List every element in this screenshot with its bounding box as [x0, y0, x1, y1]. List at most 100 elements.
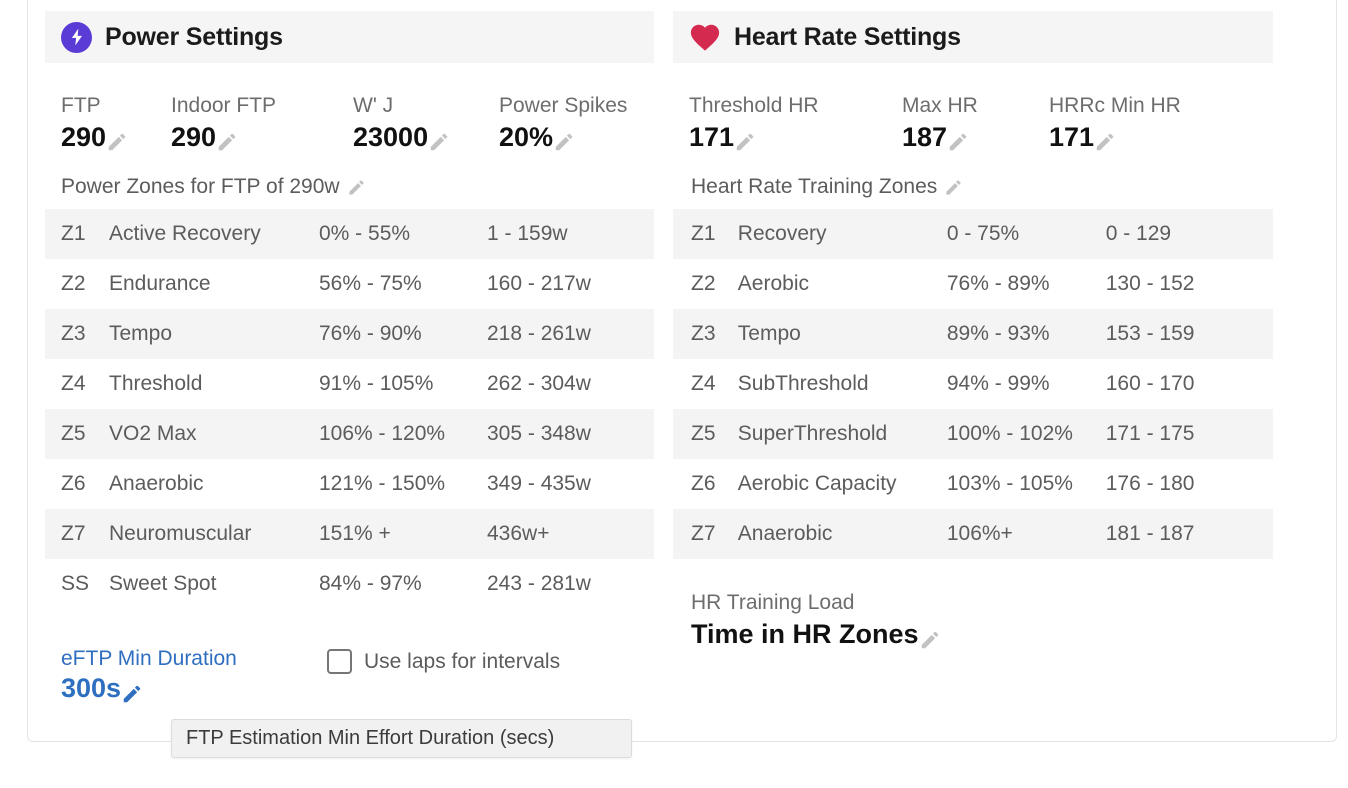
zone-code: Z1 [45, 209, 109, 259]
zone-range: 349 - 435w [487, 459, 654, 509]
zone-code: Z4 [673, 359, 738, 409]
zone-code: Z4 [45, 359, 109, 409]
tooltip-text: FTP Estimation Min Effort Duration (secs… [186, 727, 554, 750]
heart-rate-panel-header: Heart Rate Settings [673, 11, 1273, 63]
zone-range: 160 - 170 [1106, 359, 1273, 409]
zone-code: Z1 [673, 209, 738, 259]
zone-code: Z5 [673, 409, 738, 459]
edit-eftp-pencil-icon[interactable] [121, 683, 143, 705]
zone-name: Sweet Spot [109, 559, 319, 609]
eftp-min-duration-value: 300s [61, 672, 121, 705]
zone-range: 0 - 129 [1106, 209, 1273, 259]
stat-indoor-ftp-label: Indoor FTP [171, 93, 353, 119]
checkbox-box-icon[interactable] [327, 649, 352, 674]
use-laps-for-intervals-label[interactable]: Use laps for intervals [364, 650, 560, 674]
power-zones-title-row: Power Zones for FTP of 290w [45, 153, 654, 209]
power-settings-panel: Power Settings FTP 290 Indoor FTP 290 [45, 0, 654, 705]
edit-indoor-ftp-pencil-icon[interactable] [216, 131, 238, 153]
edit-w-prime-pencil-icon[interactable] [428, 131, 450, 153]
table-row: Z1 Recovery 0 - 75% 0 - 129 [673, 209, 1273, 259]
table-row: Z6 Aerobic Capacity 103% - 105% 176 - 18… [673, 459, 1273, 509]
table-row: Z7 Anaerobic 106%+ 181 - 187 [673, 509, 1273, 559]
stat-ftp: FTP 290 [61, 93, 171, 153]
stat-w-prime: W' J 23000 [353, 93, 499, 153]
zone-range: 262 - 304w [487, 359, 654, 409]
zone-name: Tempo [738, 309, 947, 359]
table-row: Z4 Threshold 91% - 105% 262 - 304w [45, 359, 654, 409]
heart-rate-settings-panel: Heart Rate Settings Threshold HR 171 Max… [673, 0, 1273, 651]
settings-card: Power Settings FTP 290 Indoor FTP 290 [27, 0, 1337, 742]
edit-threshold-hr-pencil-icon[interactable] [734, 131, 756, 153]
zone-percent: 94% - 99% [947, 359, 1106, 409]
zone-name: Anaerobic [109, 459, 319, 509]
zone-range: 243 - 281w [487, 559, 654, 609]
zone-percent: 76% - 90% [319, 309, 487, 359]
edit-ftp-pencil-icon[interactable] [106, 131, 128, 153]
heart-rate-stats-row: Threshold HR 171 Max HR 187 [673, 63, 1273, 153]
zone-code: Z3 [673, 309, 738, 359]
hr-zones-title-row: Heart Rate Training Zones [673, 153, 1273, 209]
heart-icon [689, 22, 721, 52]
table-row: Z1 Active Recovery 0% - 55% 1 - 159w [45, 209, 654, 259]
stat-w-prime-label: W' J [353, 93, 499, 119]
zone-name: SuperThreshold [738, 409, 947, 459]
edit-power-spikes-pencil-icon[interactable] [553, 131, 575, 153]
zone-range: 160 - 217w [487, 259, 654, 309]
eftp-min-duration-label[interactable]: eFTP Min Duration [61, 645, 327, 672]
stat-max-hr: Max HR 187 [902, 93, 1049, 153]
zone-range: 153 - 159 [1106, 309, 1273, 359]
zone-percent: 151% + [319, 509, 487, 559]
zone-percent: 121% - 150% [319, 459, 487, 509]
table-row: SS Sweet Spot 84% - 97% 243 - 281w [45, 559, 654, 609]
heart-rate-zones-table: Z1 Recovery 0 - 75% 0 - 129 Z2 Aerobic 7… [673, 209, 1273, 559]
table-row: Z7 Neuromuscular 151% + 436w+ [45, 509, 654, 559]
lightning-bolt-icon [61, 22, 92, 53]
stat-threshold-hr-value: 171 [689, 121, 734, 153]
stat-hrrc-min-hr-value: 171 [1049, 121, 1094, 153]
table-row: Z2 Endurance 56% - 75% 160 - 217w [45, 259, 654, 309]
zone-code: Z2 [673, 259, 738, 309]
zone-range: 436w+ [487, 509, 654, 559]
eftp-min-duration-field[interactable]: eFTP Min Duration 300s [61, 645, 327, 705]
settings-page: Power Settings FTP 290 Indoor FTP 290 [0, 0, 1348, 788]
stat-w-prime-value: 23000 [353, 121, 428, 153]
zone-name: VO2 Max [109, 409, 319, 459]
table-row: Z5 VO2 Max 106% - 120% 305 - 348w [45, 409, 654, 459]
table-row: Z3 Tempo 76% - 90% 218 - 261w [45, 309, 654, 359]
edit-max-hr-pencil-icon[interactable] [947, 131, 969, 153]
tooltip: FTP Estimation Min Effort Duration (secs… [171, 719, 632, 758]
stat-indoor-ftp-value: 290 [171, 121, 216, 153]
stat-hrrc-min-hr: HRRc Min HR 171 [1049, 93, 1181, 153]
zone-percent: 106%+ [947, 509, 1106, 559]
zone-code: Z6 [673, 459, 738, 509]
zone-name: Aerobic [738, 259, 947, 309]
use-laps-for-intervals-checkbox[interactable]: Use laps for intervals [327, 645, 560, 674]
zone-percent: 0% - 55% [319, 209, 487, 259]
power-footer: eFTP Min Duration 300s Use laps for inte… [45, 609, 654, 705]
stat-max-hr-label: Max HR [902, 93, 1049, 119]
zone-percent: 100% - 102% [947, 409, 1106, 459]
edit-hr-training-load-pencil-icon[interactable] [919, 629, 941, 651]
hr-training-load-value: Time in HR Zones [691, 618, 919, 651]
zone-percent: 89% - 93% [947, 309, 1106, 359]
zone-range: 305 - 348w [487, 409, 654, 459]
zone-range: 130 - 152 [1106, 259, 1273, 309]
zone-percent: 56% - 75% [319, 259, 487, 309]
edit-hrrc-min-hr-pencil-icon[interactable] [1094, 131, 1116, 153]
power-panel-title: Power Settings [105, 23, 283, 52]
zone-code: Z7 [45, 509, 109, 559]
zone-name: Active Recovery [109, 209, 319, 259]
stat-threshold-hr-label: Threshold HR [689, 93, 902, 119]
hr-training-load-label: HR Training Load [691, 589, 1273, 616]
zone-range: 171 - 175 [1106, 409, 1273, 459]
zone-range: 176 - 180 [1106, 459, 1273, 509]
zone-code: Z6 [45, 459, 109, 509]
stat-ftp-label: FTP [61, 93, 171, 119]
zone-range: 1 - 159w [487, 209, 654, 259]
edit-power-zones-pencil-icon[interactable] [347, 178, 366, 197]
table-row: Z3 Tempo 89% - 93% 153 - 159 [673, 309, 1273, 359]
zone-code: Z7 [673, 509, 738, 559]
edit-hr-zones-pencil-icon[interactable] [944, 178, 963, 197]
zone-code: SS [45, 559, 109, 609]
power-zones-table: Z1 Active Recovery 0% - 55% 1 - 159w Z2 … [45, 209, 654, 609]
